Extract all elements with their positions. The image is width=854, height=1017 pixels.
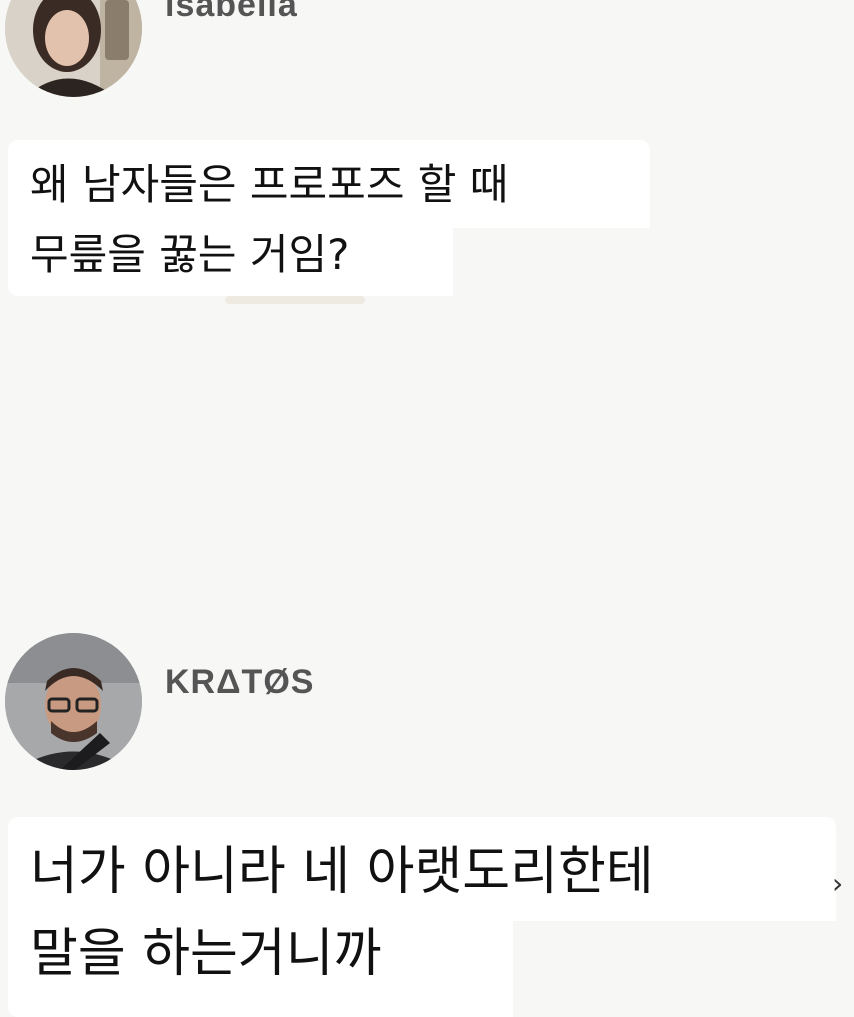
user-avatar-icon xyxy=(5,633,142,770)
user-avatar-icon xyxy=(5,0,142,97)
avatar[interactable] xyxy=(5,0,142,97)
message-bubble: 너가 아니라 네 아랫도리한테 말을 하는거니까 xyxy=(8,817,843,1017)
comment-post: KRΔTØS 너가 아니라 네 아랫도리한테 말을 하는거니까 › xyxy=(0,625,854,1017)
message-line: 말을 하는거니까 xyxy=(30,924,382,984)
message-line: 왜 남자들은 프로포즈 할 때 xyxy=(30,160,509,209)
message-bubble: 왜 남자들은 프로포즈 할 때 무릎을 꿇는 거임? xyxy=(8,140,653,296)
divider xyxy=(225,296,365,304)
username[interactable]: isabella xyxy=(165,0,298,25)
message-line: 무릎을 꿇는 거임? xyxy=(30,230,350,279)
avatar[interactable] xyxy=(5,633,142,770)
comment-post: isabella 왜 남자들은 프로포즈 할 때 무릎을 꿇는 거임? xyxy=(0,0,854,320)
message-line: 너가 아니라 네 아랫도리한테 xyxy=(30,842,654,902)
username[interactable]: KRΔTØS xyxy=(165,663,314,702)
